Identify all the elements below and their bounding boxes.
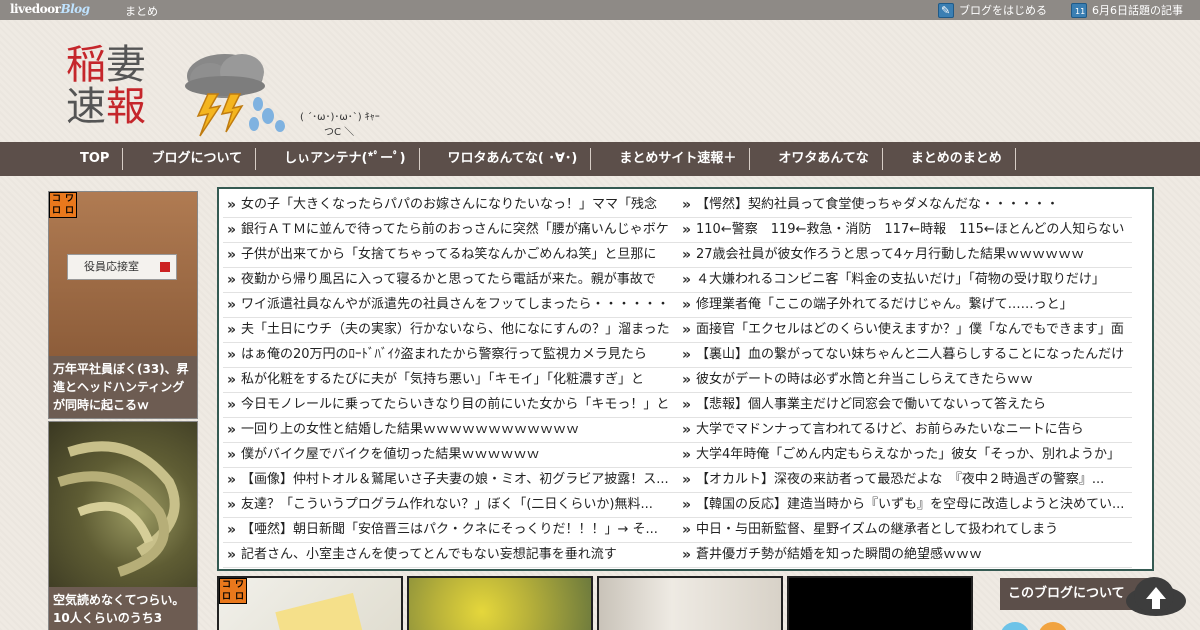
headline-list: 女の子「大きくなったらパパのお嫁さんになりたいなっ！」ママ「残念 銀行ＡＴＭに並… — [217, 187, 1154, 571]
article-thumbnail-link[interactable]: コワロロ — [217, 576, 403, 630]
title-char: 速 — [66, 84, 106, 130]
headline-column-right: 【愕然】契約社員って食堂使っちゃダメなんだな・・・・・・ 110←警察 119←… — [678, 193, 1132, 568]
matome-link[interactable]: まとめ — [125, 3, 158, 19]
headline-link[interactable]: 友達？「こういうプログラム作れない？」ぼく「(二日くらいか)無料... — [223, 493, 678, 518]
headline-link[interactable]: 子供が出来てから「女捨てちゃってるね笑なんかごめんね笑」と旦那に — [223, 243, 678, 268]
headline-link[interactable]: 中日・与田新監督、星野イズムの継承者として扱われてしまう — [678, 518, 1132, 543]
top-bar: livedoorBlog まとめ ブログをはじめる 6月6日話題の記事 — [0, 0, 1200, 20]
pen-icon — [938, 2, 954, 18]
badge-char: ワ — [63, 193, 76, 205]
headline-link[interactable]: 大学でマドンナって言われてるけど、お前らみたいなニートに告ら — [678, 418, 1132, 443]
headline-link[interactable]: 【愕然】契約社員って食堂使っちゃダメなんだな・・・・・・ — [678, 193, 1132, 218]
site-title[interactable]: 稲妻 速報 — [66, 44, 166, 128]
badge-char: コ — [220, 579, 233, 591]
calendar-icon — [1071, 2, 1087, 18]
office-sign-text: 役員応接室 — [84, 260, 139, 273]
headline-link[interactable]: 【画像】仲村トオル＆鷲尾いさ子夫妻の娘・ミオ、初グラビア披露！ス... — [223, 468, 678, 493]
social-icon[interactable] — [1038, 622, 1068, 630]
today-topics-link[interactable]: 6月6日話題の記事 — [1071, 2, 1183, 18]
headline-link[interactable]: 大学4年時俺「ごめん内定もらえなかった」彼女「そっか、別れようか」 — [678, 443, 1132, 468]
headline-link[interactable]: 銀行ＡＴＭに並んで待ってたら前のおっさんに突然「腰が痛いんじゃボケ — [223, 218, 678, 243]
kaomoji-text: ( ´･ω･)･ω･`) ｷｬｰ つC ＼ — [300, 108, 380, 138]
kaomoji-line1: ( ´･ω･)･ω･`) ｷｬｰ — [300, 112, 380, 123]
livedoor-blog-logo[interactable]: livedoorBlog — [10, 2, 90, 16]
headline-link[interactable]: 【韓国の反応】建造当時から『いずも』を空母に改造しようと決めてい... — [678, 493, 1132, 518]
badge-char: ワ — [233, 579, 246, 591]
title-char: 妻 — [106, 42, 146, 88]
logo-blog-text: Blog — [60, 2, 90, 16]
headline-link[interactable]: 夜勤から帰り風呂に入って寝るかと思ってたら電話が来た。親が事故で — [223, 268, 678, 293]
headline-link[interactable]: ワイ派遣社員なんやが派遣先の社員さんをフッてしまったら・・・・・・ — [223, 293, 678, 318]
nav-matome-sokuho[interactable]: まとめサイト速報＋ — [619, 148, 751, 170]
article-thumbnail-link[interactable] — [597, 576, 783, 630]
nav-warota-antenna[interactable]: ワロタあんてな( ･∀･) — [448, 148, 592, 170]
start-blog-label: ブログをはじめる — [959, 4, 1047, 17]
badge-char: ロ — [63, 205, 76, 217]
social-icon[interactable] — [1000, 622, 1030, 630]
badge-char: コ — [50, 193, 63, 205]
badge-char: ロ — [233, 591, 246, 603]
article-caption: 空気読めなくてつらい。10人くらいのうち3 — [49, 587, 197, 630]
nav-about-blog[interactable]: ブログについて — [151, 148, 256, 170]
article-thumbnail-link[interactable] — [787, 576, 973, 630]
headline-link[interactable]: 修理業者俺「ここの端子外れてるだけじゃん。繋げて……っと」 — [678, 293, 1132, 318]
headline-column-left: 女の子「大きくなったらパパのお嫁さんになりたいなっ！」ママ「残念 銀行ＡＴＭに並… — [223, 193, 678, 568]
sidebar-article-card[interactable]: 空気読めなくてつらい。10人くらいのうち3 — [48, 421, 198, 630]
headline-link[interactable]: 一回り上の女性と結婚した結果ｗｗｗｗｗｗｗｗｗｗｗｗ — [223, 418, 678, 443]
headline-link[interactable]: 今日モノレールに乗ってたらいきなり目の前にいた女から「キモっ！」と — [223, 393, 678, 418]
badge-char: ロ — [220, 591, 233, 603]
article-caption: 万年平社員ぼく(33)、昇進とヘッドハンティングが同時に起こるｗ — [49, 356, 197, 418]
kowaro-badge: コワロロ — [49, 192, 77, 218]
article-thumbnail: コワロロ 役員応接室 — [49, 192, 197, 356]
headline-link[interactable]: 面接官「エクセルはどのくらい使えますか？」僕「なんでもできます」面 — [678, 318, 1132, 343]
headline-link[interactable]: 【唖然】朝日新聞「安倍晋三はパク・クネにそっくりだ！！！」→ そ... — [223, 518, 678, 543]
nav-shii-antenna[interactable]: しぃアンテナ(*ﾟーﾟ) — [284, 148, 420, 170]
main-nav: TOP ブログについて しぃアンテナ(*ﾟーﾟ) ワロタあんてな( ･∀･) ま… — [0, 142, 1200, 176]
scroll-to-top-icon[interactable] — [1126, 575, 1186, 617]
office-sign: 役員応接室 — [67, 254, 177, 280]
start-blog-link[interactable]: ブログをはじめる — [938, 2, 1047, 18]
nav-top[interactable]: TOP — [80, 148, 124, 170]
headline-link[interactable]: ４大嫌われるコンビニ客「料金の支払いだけ」「荷物の受け取りだけ」 — [678, 268, 1132, 293]
nav-owata-antenna[interactable]: オワタあんてな — [778, 148, 884, 170]
article-thumbnail-link[interactable] — [407, 576, 593, 630]
title-char: 報 — [106, 84, 146, 130]
headline-link[interactable]: 蒼井優ガチ勢が結婚を知った瞬間の絶望感ｗｗｗ — [678, 543, 1132, 568]
badge-char: ロ — [50, 205, 63, 217]
rope-image — [57, 441, 180, 577]
kowaro-badge: コワロロ — [219, 578, 247, 604]
title-char: 稲 — [66, 42, 106, 88]
nav-matome-no-matome[interactable]: まとめのまとめ — [911, 148, 1016, 170]
logo-main-text: livedoor — [10, 2, 61, 16]
sidebar-article-card[interactable]: コワロロ 役員応接室 万年平社員ぼく(33)、昇進とヘッドハンティングが同時に起… — [48, 191, 198, 419]
headline-link[interactable]: 私が化粧をするたびに夫が「気持ち悪い」「キモイ」「化粧濃すぎ」と — [223, 368, 678, 393]
headline-link[interactable]: はぁ俺の20万円のﾛｰﾄﾞﾊﾞｲｸ盗まれたから警察行って監視カメラ見たら — [223, 343, 678, 368]
headline-link[interactable]: 僕がバイク屋でバイクを値切った結果ｗｗｗｗｗｗ — [223, 443, 678, 468]
headline-link[interactable]: 記者さん、小室圭さんを使ってとんでもない妄想記事を垂れ流す — [223, 543, 678, 568]
article-thumbnail — [49, 422, 197, 587]
headline-link[interactable]: 女の子「大きくなったらパパのお嫁さんになりたいなっ！」ママ「残念 — [223, 193, 678, 218]
headline-link[interactable]: 【悲報】個人事業主だけど同窓会で働いてないって答えたら — [678, 393, 1132, 418]
headline-link[interactable]: 27歳会社員が彼女作ろうと思って4ヶ月行動した結果ｗｗｗｗｗｗ — [678, 243, 1132, 268]
kaomoji-line2: つC ＼ — [324, 127, 355, 138]
headline-link[interactable]: 【オカルト】深夜の来訪者って最恐だよな 『夜中２時過ぎの警察』... — [678, 468, 1132, 493]
headline-link[interactable]: 【裏山】血の繋がってない妹ちゃんと二人暮らしすることになったんだけ — [678, 343, 1132, 368]
headline-link[interactable]: 彼女がデートの時は必ず水筒と弁当こしらえてきたらｗｗ — [678, 368, 1132, 393]
headline-link[interactable]: 夫「土日にウチ（夫の実家）行かないなら、他になにすんの？」溜まった — [223, 318, 678, 343]
today-topics-label: 6月6日話題の記事 — [1092, 4, 1183, 17]
headline-link[interactable]: 110←警察 119←救急・消防 117←時報 115←ほとんどの人知らない — [678, 218, 1132, 243]
